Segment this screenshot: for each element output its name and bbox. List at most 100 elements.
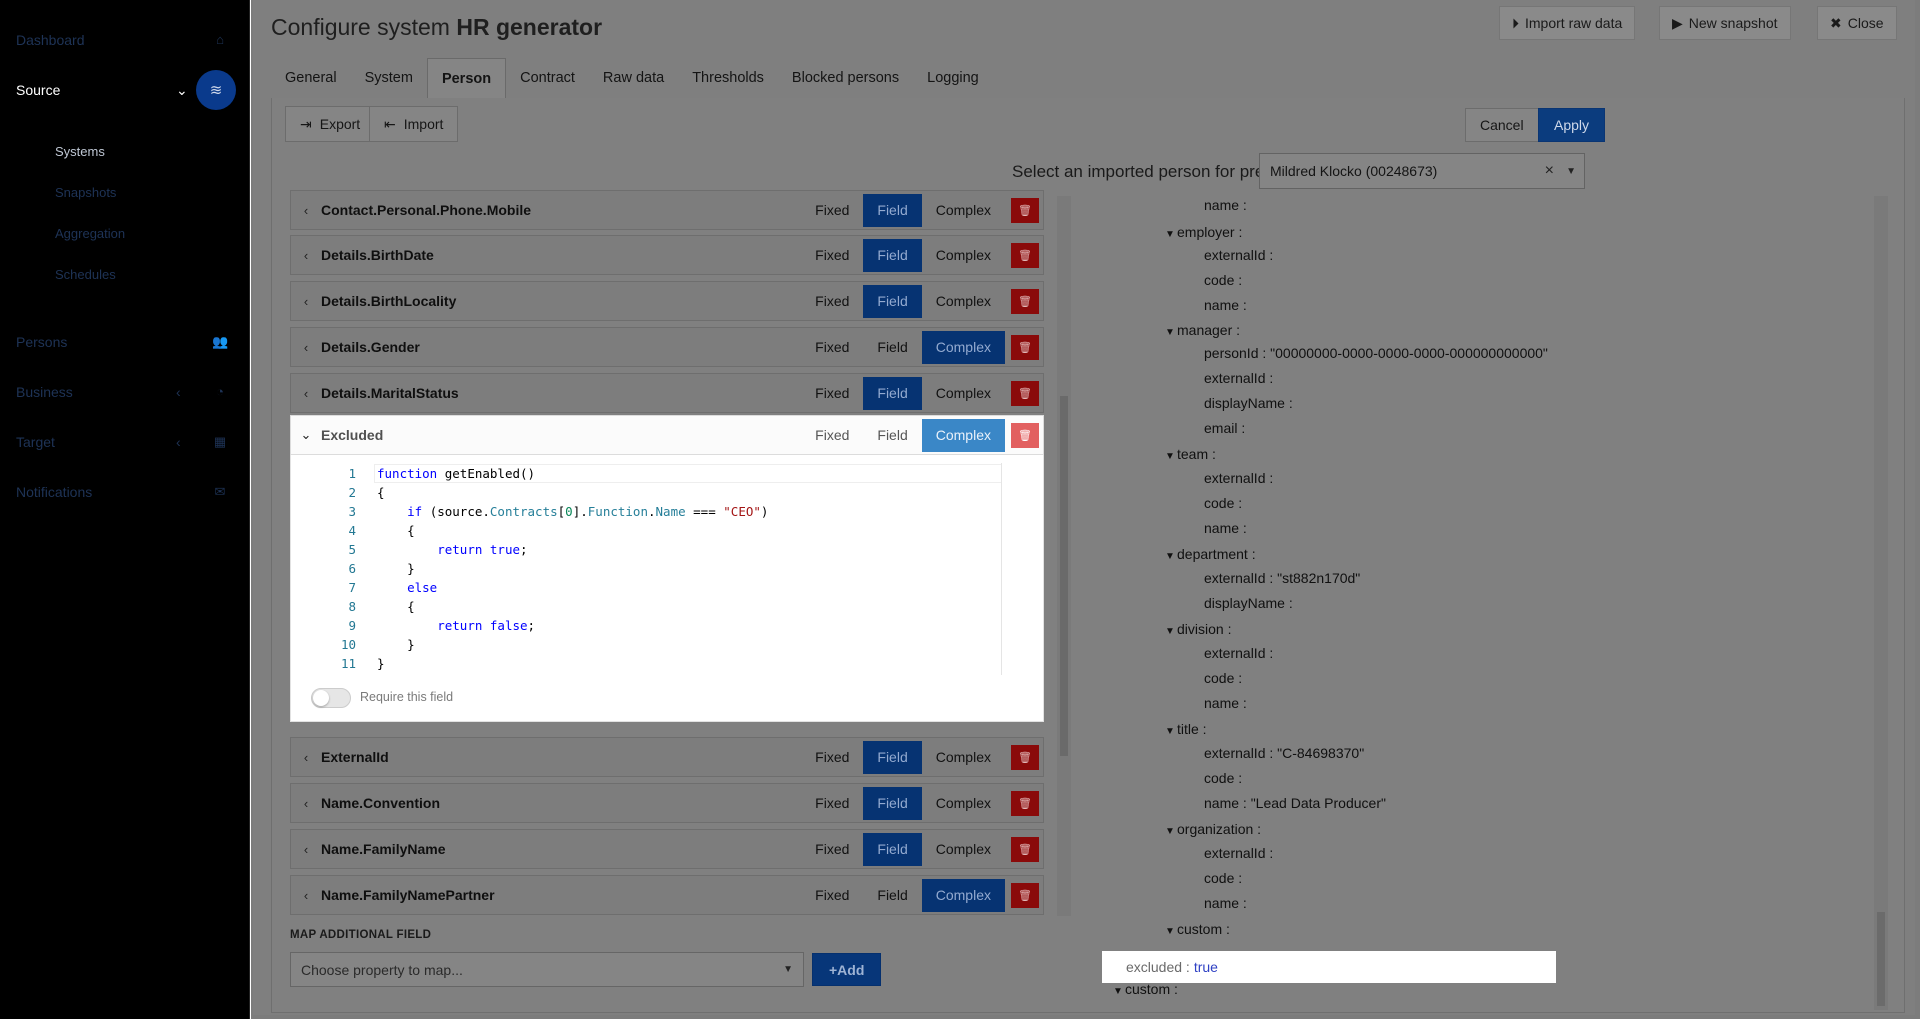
field-toggle[interactable]: Field — [863, 419, 921, 452]
tree-node-organization[interactable]: ▼ organization : — [1165, 821, 1261, 837]
mapping-row-externalid[interactable]: ‹ ExternalId Fixed Field Complex 🗑 — [290, 737, 1044, 777]
complex-toggle[interactable]: Complex — [922, 741, 1005, 774]
field-toggle[interactable]: Field — [863, 238, 922, 272]
fixed-toggle[interactable]: Fixed — [801, 194, 863, 227]
complex-toggle[interactable]: Complex — [921, 878, 1005, 912]
mapping-row-name-familynamepartner[interactable]: ‹ Name.FamilyNamePartner Fixed Field Com… — [290, 875, 1044, 915]
field-toggle[interactable]: Field — [863, 740, 922, 774]
chevron-down-icon[interactable]: ⌄ — [291, 427, 321, 443]
field-toggle[interactable]: Field — [863, 832, 922, 866]
chevron-left-icon[interactable]: ‹ — [291, 842, 321, 857]
fixed-toggle[interactable]: Fixed — [801, 879, 863, 912]
fixed-toggle[interactable]: Fixed — [801, 787, 863, 820]
caret-down-icon[interactable]: ▼ — [1566, 166, 1576, 177]
tree-node-custom-root[interactable]: ▼ custom : — [1113, 981, 1178, 997]
sidebar-item-persons[interactable]: Persons 👥 — [0, 322, 250, 362]
cancel-button[interactable]: Cancel — [1465, 108, 1539, 142]
mapping-row-details-gender[interactable]: ‹ Details.Gender Fixed Field Complex 🗑 — [290, 327, 1044, 367]
complex-toggle[interactable]: Complex — [922, 239, 1005, 272]
field-toggle[interactable]: Field — [863, 879, 921, 912]
fixed-toggle[interactable]: Fixed — [801, 331, 863, 364]
chevron-left-icon[interactable]: ‹ — [291, 248, 321, 263]
trash-icon[interactable]: 🗑 — [1011, 242, 1039, 268]
trash-icon[interactable]: 🗑 — [1011, 380, 1039, 406]
fixed-toggle[interactable]: Fixed — [801, 833, 863, 866]
complex-toggle[interactable]: Complex — [922, 194, 1005, 227]
preview-scrollbar[interactable] — [1874, 196, 1888, 1010]
mapping-row-details-maritalstatus[interactable]: ‹ Details.MaritalStatus Fixed Field Comp… — [290, 373, 1044, 413]
field-toggle[interactable]: Field — [863, 193, 922, 227]
sidebar-sub-aggregation[interactable]: Aggregation — [55, 226, 125, 241]
import-raw-data-button[interactable]: ⏵ Import raw data — [1499, 6, 1636, 40]
sidebar-sub-systems[interactable]: Systems — [55, 144, 105, 159]
new-snapshot-button[interactable]: ▶ New snapshot — [1659, 6, 1791, 40]
fixed-toggle[interactable]: Fixed — [801, 377, 863, 410]
sidebar-item-business[interactable]: Business ‹ ◔ — [0, 372, 250, 412]
sidebar-item-target[interactable]: Target ‹ ▦ — [0, 422, 250, 462]
close-button[interactable]: ✖ Close — [1817, 6, 1897, 40]
complex-toggle[interactable]: Complex — [922, 377, 1005, 410]
chevron-left-icon[interactable]: ‹ — [291, 888, 321, 903]
chevron-left-icon[interactable]: ‹ — [291, 750, 321, 765]
field-toggle[interactable]: Field — [863, 786, 922, 820]
scrollbar-thumb[interactable] — [1060, 396, 1068, 756]
tree-node-manager[interactable]: ▼ manager : — [1165, 322, 1240, 338]
mapping-scrollbar[interactable] — [1057, 196, 1071, 916]
complex-toggle[interactable]: Complex — [922, 285, 1005, 318]
fixed-toggle[interactable]: Fixed — [801, 741, 863, 774]
fixed-toggle[interactable]: Fixed — [801, 285, 863, 318]
editor-scrollbar[interactable] — [1001, 463, 1002, 675]
mapping-row-details-birthdate[interactable]: ‹ Details.BirthDate Fixed Field Complex … — [290, 235, 1044, 275]
sidebar-item-dashboard[interactable]: Dashboard ⌂ — [0, 20, 250, 60]
sidebar-sub-schedules[interactable]: Schedules — [55, 267, 116, 282]
tab-raw-data[interactable]: Raw data — [589, 58, 678, 99]
field-toggle[interactable]: Field — [863, 331, 921, 364]
trash-icon[interactable]: 🗑 — [1011, 334, 1039, 360]
tab-blocked-persons[interactable]: Blocked persons — [778, 58, 913, 99]
tree-node-team[interactable]: ▼ team : — [1165, 446, 1216, 462]
chevron-left-icon[interactable]: ‹ — [291, 203, 321, 218]
tab-thresholds[interactable]: Thresholds — [678, 58, 778, 99]
chevron-left-icon[interactable]: ‹ — [291, 796, 321, 811]
sidebar-sub-snapshots[interactable]: Snapshots — [55, 185, 116, 200]
tab-general[interactable]: General — [271, 58, 351, 99]
complex-toggle[interactable]: Complex — [921, 330, 1005, 364]
code-editor[interactable]: 1 function getEnabled() 2 { 3 if (source.C… — [306, 463, 1001, 675]
sidebar-item-notifications[interactable]: Notifications ✉ — [0, 472, 250, 512]
tree-node-title[interactable]: ▼ title : — [1165, 721, 1207, 737]
import-button[interactable]: ⇤ Import — [369, 106, 459, 142]
trash-icon[interactable]: 🗑 — [1011, 422, 1039, 448]
property-select[interactable]: Choose property to map... ▼ — [290, 952, 804, 987]
require-field-toggle[interactable] — [311, 688, 351, 708]
layers-icon[interactable]: ≋ — [196, 70, 236, 110]
tree-node-department[interactable]: ▼ department : — [1165, 546, 1256, 562]
scrollbar-thumb[interactable] — [1877, 912, 1885, 1006]
tab-contract[interactable]: Contract — [506, 58, 589, 99]
trash-icon[interactable]: 🗑 — [1011, 288, 1039, 314]
trash-icon[interactable]: 🗑 — [1011, 836, 1039, 862]
field-toggle[interactable]: Field — [863, 376, 922, 410]
mapping-row-name-convention[interactable]: ‹ Name.Convention Fixed Field Complex 🗑 — [290, 783, 1044, 823]
trash-icon[interactable]: 🗑 — [1011, 882, 1039, 908]
chevron-left-icon[interactable]: ‹ — [291, 386, 321, 401]
mapping-row-details-birthlocality[interactable]: ‹ Details.BirthLocality Fixed Field Comp… — [290, 281, 1044, 321]
add-button[interactable]: +Add — [812, 953, 882, 986]
complex-toggle[interactable]: Complex — [922, 787, 1005, 820]
mapping-row-excluded[interactable]: ⌄ Excluded Fixed Field Complex 🗑 — [290, 415, 1044, 455]
tree-node-custom[interactable]: ▼ custom : — [1165, 921, 1230, 937]
trash-icon[interactable]: 🗑 — [1011, 790, 1039, 816]
complex-toggle[interactable]: Complex — [921, 418, 1005, 452]
preview-person-select[interactable]: Mildred Klocko (00248673) × ▼ — [1259, 153, 1585, 189]
tab-system[interactable]: System — [351, 58, 427, 99]
tab-logging[interactable]: Logging — [913, 58, 993, 99]
mapping-row-name-familyname[interactable]: ‹ Name.FamilyName Fixed Field Complex 🗑 — [290, 829, 1044, 869]
complex-toggle[interactable]: Complex — [922, 833, 1005, 866]
fixed-toggle[interactable]: Fixed — [801, 239, 863, 272]
trash-icon[interactable]: 🗑 — [1011, 744, 1039, 770]
tab-person[interactable]: Person — [426, 58, 507, 99]
chevron-left-icon[interactable]: ‹ — [291, 294, 321, 309]
tree-node-employer[interactable]: ▼ employer : — [1165, 224, 1242, 240]
export-button[interactable]: ⇥ Export — [285, 106, 376, 142]
mapping-row-contact-personal-phone-mobile[interactable]: ‹ Contact.Personal.Phone.Mobile Fixed Fi… — [290, 190, 1044, 230]
fixed-toggle[interactable]: Fixed — [801, 419, 863, 452]
